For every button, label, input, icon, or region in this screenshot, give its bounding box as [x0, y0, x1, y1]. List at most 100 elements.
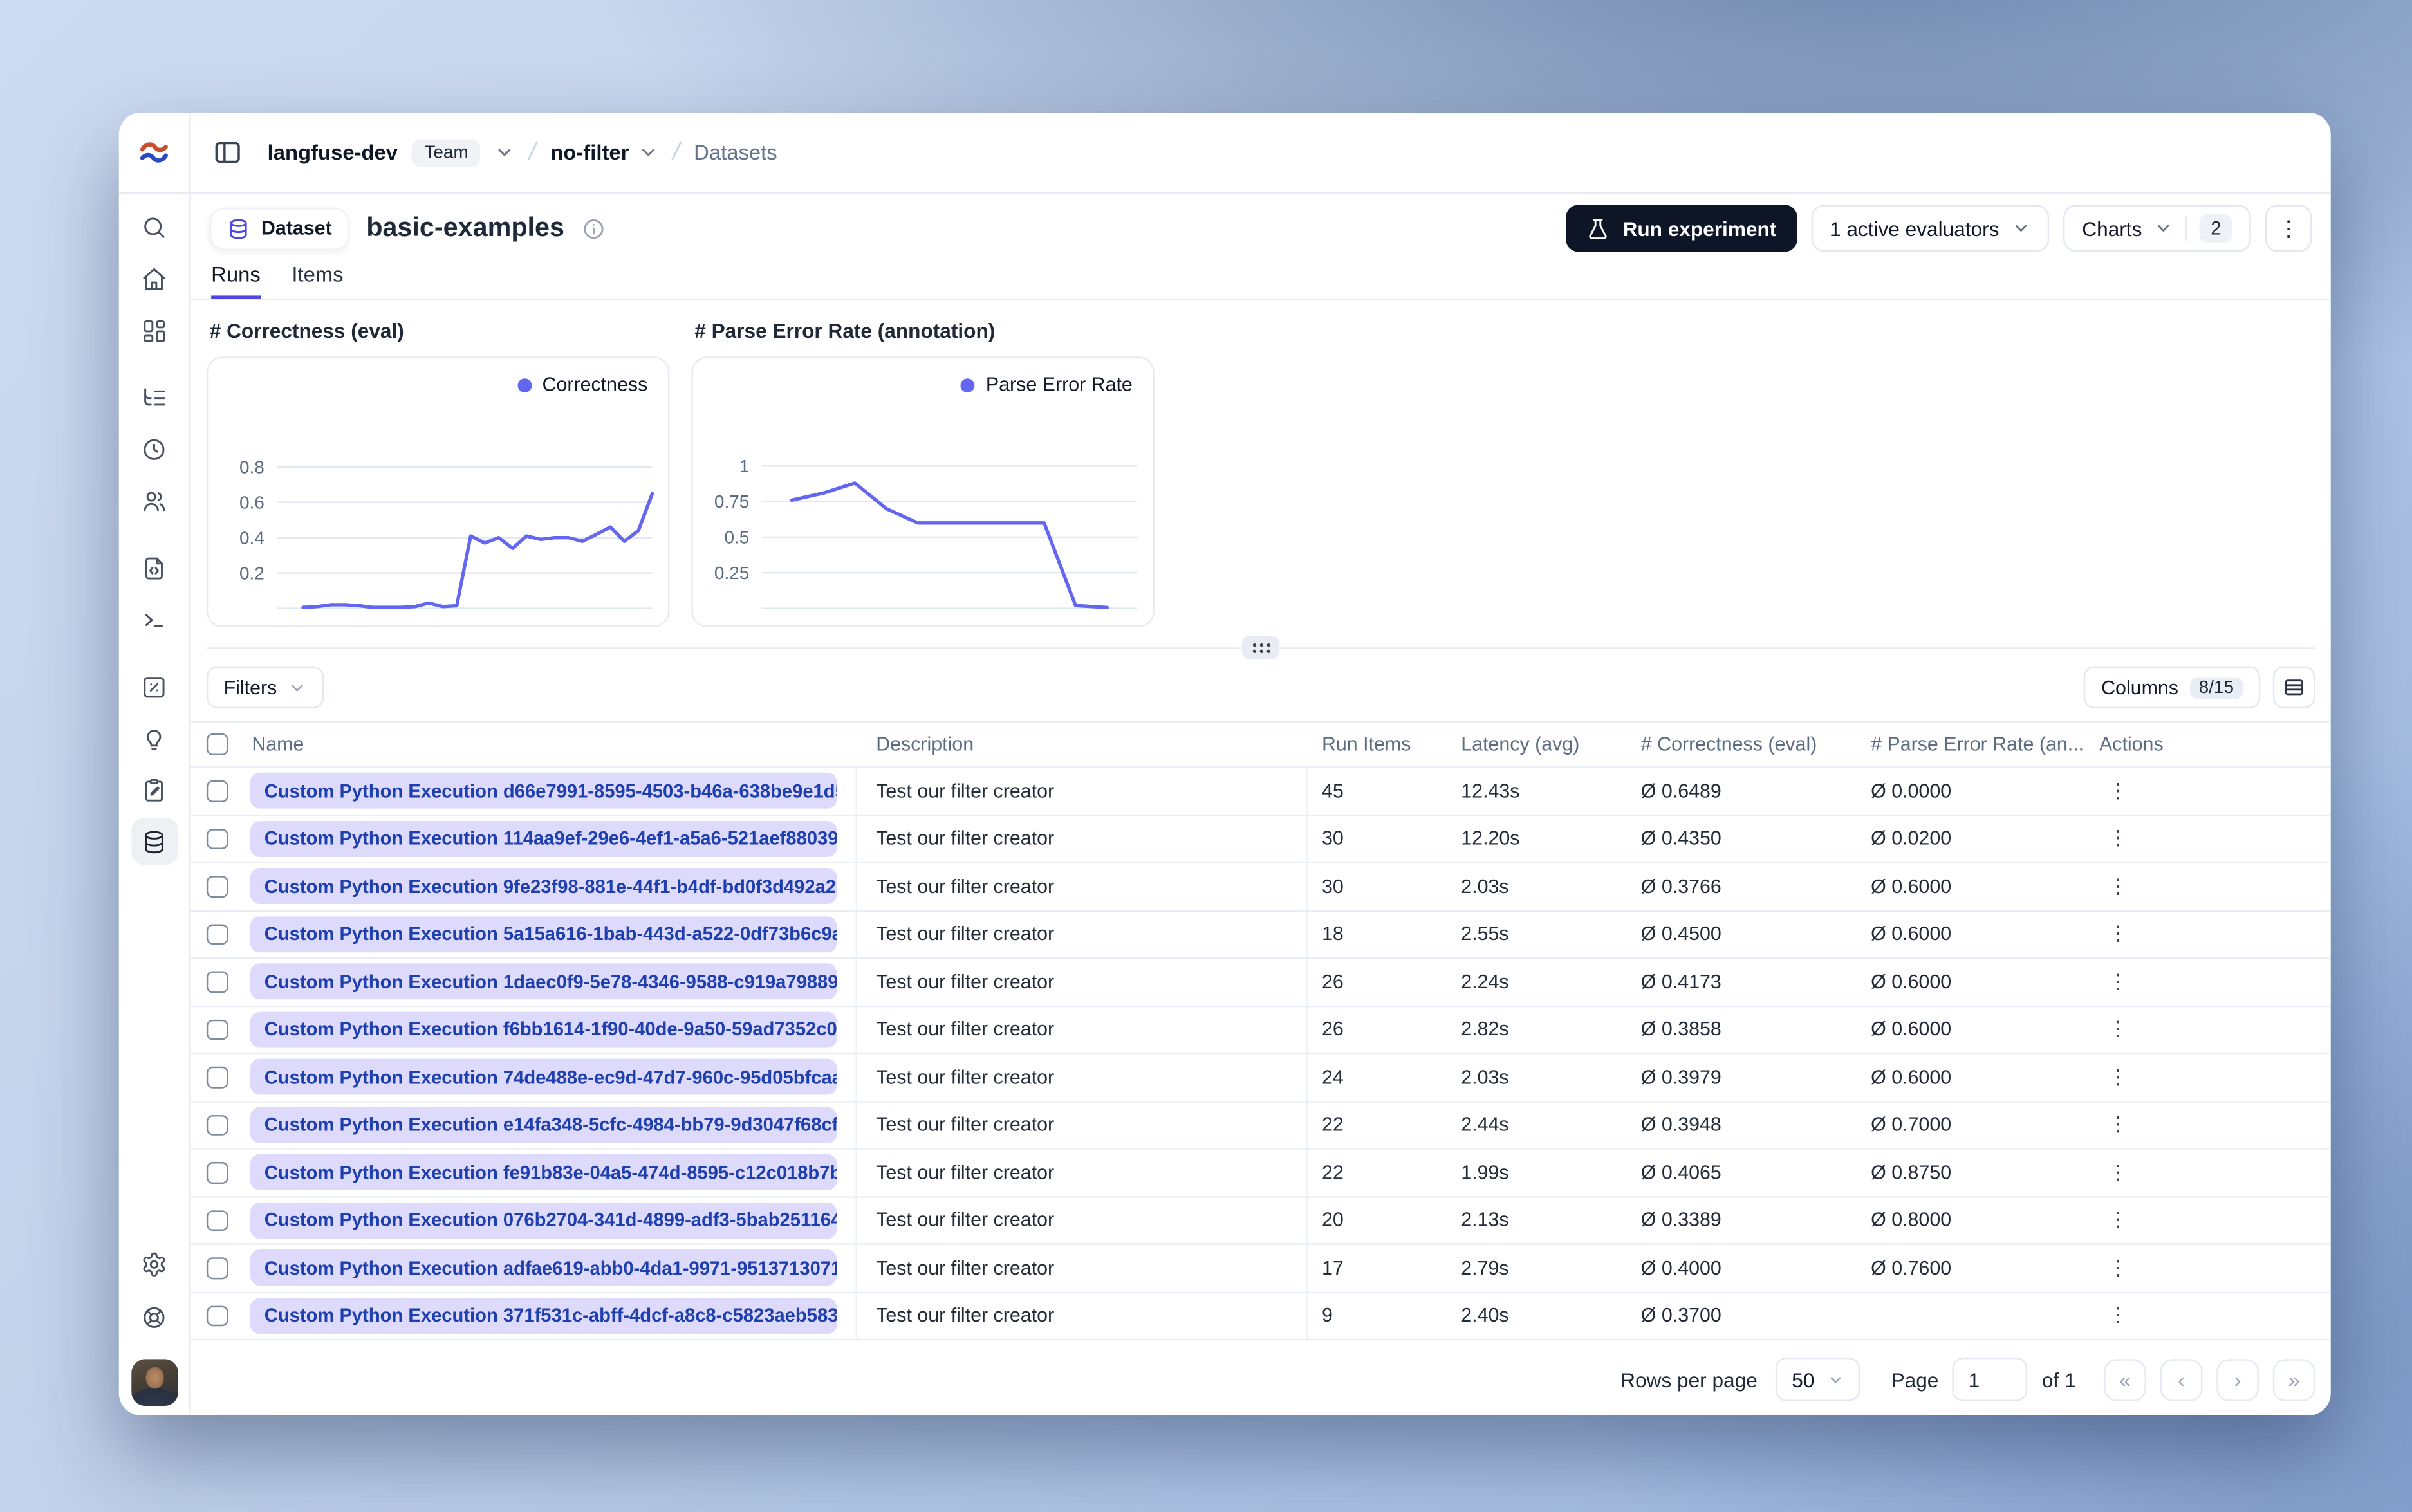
- page-actions-menu-button[interactable]: ⋮: [2265, 205, 2312, 252]
- row-actions-menu-button[interactable]: ⋮: [2099, 820, 2137, 857]
- column-header-latency-avg: Latency (avg): [1461, 733, 1580, 756]
- first-page-button[interactable]: «: [2104, 1358, 2146, 1401]
- cell-latency: 2.82s: [1461, 1018, 1509, 1041]
- sidebar-item-support[interactable]: [131, 1293, 178, 1340]
- table-row[interactable]: Custom Python Execution 076b2704-341d-48…: [190, 1197, 2331, 1245]
- info-icon[interactable]: [582, 217, 605, 240]
- resize-grip-handle[interactable]: [1241, 636, 1280, 659]
- sidebar: [118, 113, 191, 1415]
- row-checkbox[interactable]: [206, 1305, 228, 1327]
- table-row[interactable]: Custom Python Execution fe91b83e-04a5-47…: [190, 1149, 2331, 1197]
- table-row[interactable]: Custom Python Execution e14fa348-5cfc-49…: [190, 1102, 2331, 1150]
- run-name-link[interactable]: Custom Python Execution e14fa348-5cfc-49…: [250, 1107, 837, 1143]
- table-row[interactable]: Custom Python Execution f6bb1614-1f90-40…: [190, 1006, 2331, 1055]
- table-row[interactable]: Custom Python Execution 371f531c-abff-4d…: [190, 1292, 2331, 1341]
- row-actions-menu-button[interactable]: ⋮: [2099, 963, 2137, 1000]
- user-avatar[interactable]: [130, 1359, 178, 1406]
- filters-button[interactable]: Filters: [206, 666, 324, 709]
- row-actions-menu-button[interactable]: ⋮: [2099, 1106, 2137, 1143]
- sidebar-toggle-button[interactable]: [213, 138, 243, 167]
- row-checkbox[interactable]: [206, 876, 228, 898]
- row-checkbox[interactable]: [206, 780, 228, 802]
- run-experiment-button[interactable]: Run experiment: [1566, 205, 1797, 252]
- run-name-link[interactable]: Custom Python Execution 5a15a616-1bab-44…: [250, 916, 837, 952]
- tab-runs[interactable]: Runs: [211, 263, 261, 299]
- table-row[interactable]: Custom Python Execution 114aa9ef-29e6-4e…: [190, 815, 2331, 863]
- sidebar-item-prompts[interactable]: [131, 544, 178, 591]
- row-actions-menu-button[interactable]: ⋮: [2099, 916, 2137, 953]
- app-window: langfuse-dev Team / no-filter / Datasets: [118, 113, 2331, 1415]
- row-checkbox[interactable]: [206, 1114, 228, 1136]
- sidebar-item-datasets[interactable]: [130, 818, 178, 865]
- row-height-button[interactable]: [2272, 666, 2315, 709]
- run-name-link[interactable]: Custom Python Execution adfae619-abb0-4d…: [250, 1249, 837, 1286]
- run-name-link[interactable]: Custom Python Execution 076b2704-341d-48…: [250, 1202, 837, 1239]
- sidebar-item-users[interactable]: [131, 477, 178, 524]
- sidebar-item-playground[interactable]: [131, 596, 178, 643]
- breadcrumb-project[interactable]: langfuse-dev: [268, 141, 398, 164]
- run-name-link[interactable]: Custom Python Execution 74de488e-ec9d-47…: [250, 1059, 837, 1096]
- row-actions-menu-button[interactable]: ⋮: [2099, 1058, 2137, 1096]
- sidebar-item-annotation[interactable]: [131, 766, 178, 813]
- page-input[interactable]: [1953, 1357, 2028, 1401]
- sidebar-item-tracing[interactable]: [131, 374, 178, 421]
- table-row[interactable]: Custom Python Execution 5a15a616-1bab-44…: [190, 910, 2331, 959]
- cell-parse-error-rate: Ø 0.7600: [1871, 1257, 1952, 1279]
- row-checkbox[interactable]: [206, 971, 228, 993]
- next-page-button[interactable]: ›: [2216, 1358, 2259, 1401]
- sidebar-item-settings[interactable]: [131, 1240, 178, 1287]
- rows-per-page-select[interactable]: 50: [1776, 1357, 1860, 1401]
- row-actions-menu-button[interactable]: ⋮: [2099, 772, 2137, 809]
- run-name-link[interactable]: Custom Python Execution f6bb1614-1f90-40…: [250, 1011, 837, 1047]
- previous-page-button[interactable]: ‹: [2160, 1358, 2203, 1401]
- breadcrumb-environment[interactable]: no-filter: [550, 141, 658, 164]
- row-actions-menu-button[interactable]: ⋮: [2099, 1297, 2137, 1334]
- run-name-link[interactable]: Custom Python Execution d66e7991-8595-45…: [250, 773, 837, 809]
- row-actions-menu-button[interactable]: ⋮: [2099, 867, 2137, 905]
- sidebar-item-dashboard[interactable]: [131, 306, 178, 353]
- row-checkbox[interactable]: [206, 1066, 228, 1088]
- cell-parse-error-rate: Ø 0.6000: [1871, 970, 1952, 993]
- row-checkbox[interactable]: [206, 1257, 228, 1279]
- charts-dropdown[interactable]: Charts 2: [2063, 205, 2251, 252]
- sidebar-item-search[interactable]: [131, 203, 178, 250]
- row-checkbox[interactable]: [206, 1019, 228, 1040]
- run-name-link[interactable]: Custom Python Execution fe91b83e-04a5-47…: [250, 1154, 837, 1191]
- table-row[interactable]: Custom Python Execution adfae619-abb0-4d…: [190, 1244, 2331, 1293]
- run-name-link[interactable]: Custom Python Execution 1daec0f9-5e78-43…: [250, 963, 837, 1000]
- sidebar-item-home[interactable]: [131, 255, 178, 302]
- support-icon: [144, 1306, 165, 1327]
- sidebar-item-evaluation[interactable]: [131, 715, 178, 762]
- row-actions-menu-button[interactable]: ⋮: [2099, 1201, 2137, 1239]
- breadcrumb-section[interactable]: Datasets: [694, 141, 777, 164]
- row-checkbox[interactable]: [206, 828, 228, 849]
- langfuse-logo[interactable]: [118, 113, 190, 194]
- table-row[interactable]: Custom Python Execution 9fe23f98-881e-44…: [190, 863, 2331, 911]
- row-actions-menu-button[interactable]: ⋮: [2099, 1011, 2137, 1048]
- breadcrumb-separator: /: [526, 138, 540, 165]
- table-row[interactable]: Custom Python Execution 1daec0f9-5e78-43…: [190, 959, 2331, 1007]
- kebab-icon: ⋮: [2108, 874, 2128, 898]
- cell-correctness: Ø 0.3700: [1640, 1304, 1721, 1327]
- row-checkbox[interactable]: [206, 1162, 228, 1183]
- run-name-link[interactable]: Custom Python Execution 114aa9ef-29e6-4e…: [250, 820, 837, 857]
- run-name-link[interactable]: Custom Python Execution 9fe23f98-881e-44…: [250, 868, 837, 905]
- svg-text:0.4: 0.4: [239, 528, 264, 548]
- table-row[interactable]: Custom Python Execution d66e7991-8595-45…: [190, 768, 2331, 816]
- tab-items[interactable]: Items: [292, 263, 343, 299]
- row-checkbox[interactable]: [206, 923, 228, 945]
- sidebar-item-sessions[interactable]: [131, 425, 178, 472]
- evaluators-dropdown[interactable]: 1 active evaluators: [1810, 205, 2050, 252]
- cell-latency: 2.13s: [1461, 1209, 1509, 1231]
- columns-button[interactable]: Columns 8/15: [2084, 666, 2261, 709]
- row-checkbox[interactable]: [206, 1210, 228, 1231]
- select-all-checkbox[interactable]: [206, 733, 228, 755]
- table-row[interactable]: Custom Python Execution 74de488e-ec9d-47…: [190, 1054, 2331, 1102]
- project-switcher-button[interactable]: [495, 142, 515, 163]
- row-actions-menu-button[interactable]: ⋮: [2099, 1249, 2137, 1287]
- columns-label: Columns: [2101, 676, 2179, 699]
- run-name-link[interactable]: Custom Python Execution 371f531c-abff-4d…: [250, 1297, 837, 1334]
- sidebar-item-scores[interactable]: [131, 663, 178, 710]
- row-actions-menu-button[interactable]: ⋮: [2099, 1154, 2137, 1191]
- last-page-button[interactable]: »: [2272, 1358, 2315, 1401]
